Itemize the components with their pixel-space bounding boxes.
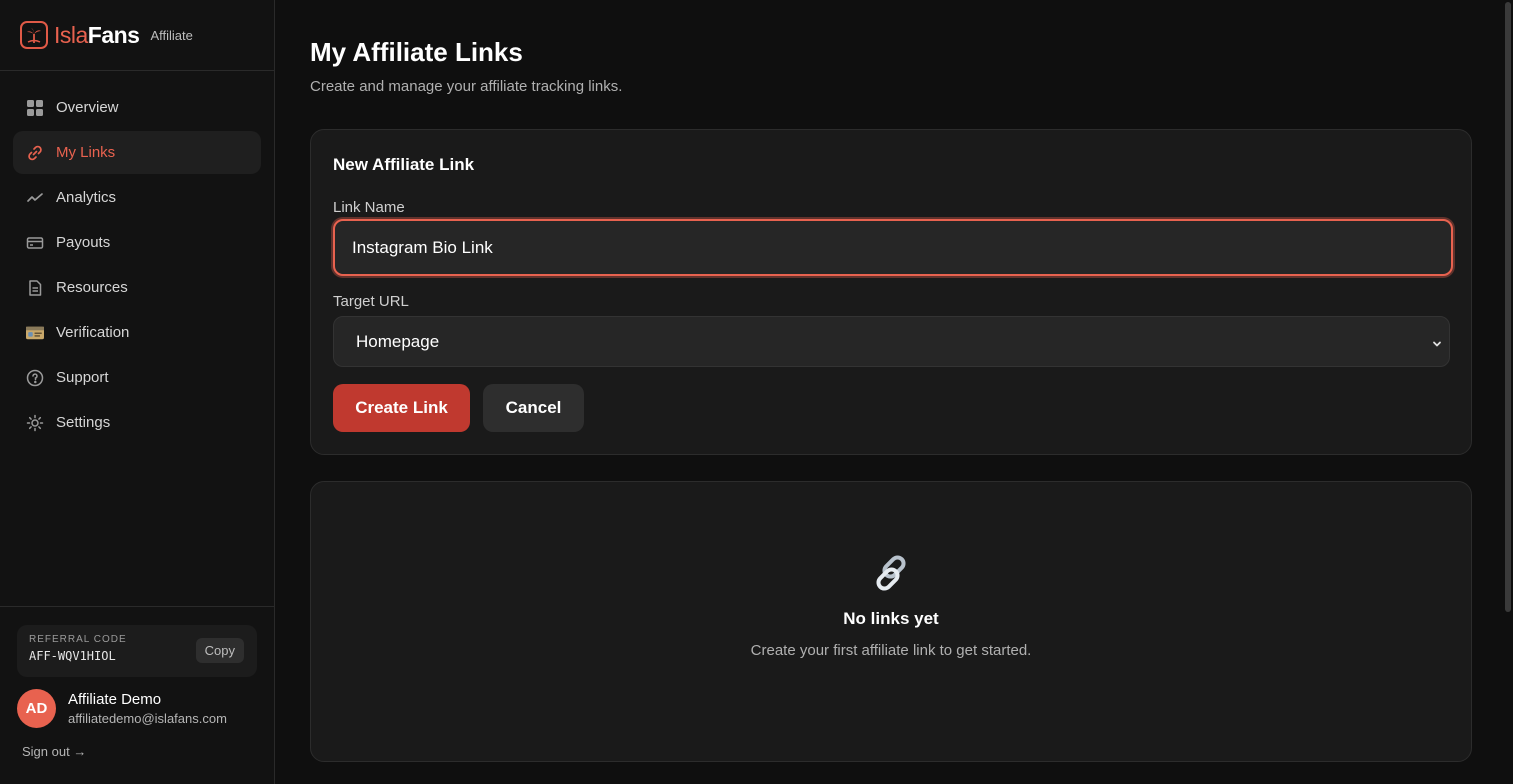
document-icon xyxy=(26,279,44,297)
sidebar-item-label: Verification xyxy=(56,324,130,341)
link-name-input[interactable] xyxy=(333,219,1453,276)
sidebar-item-settings[interactable]: Settings xyxy=(13,401,261,444)
page-subtitle: Create and manage your affiliate trackin… xyxy=(310,78,623,95)
brand[interactable]: IslaFans Affiliate xyxy=(0,0,274,71)
user-profile[interactable]: AD Affiliate Demo affiliatedemo@islafans… xyxy=(17,689,257,728)
sidebar-footer: REFERRAL CODE AFF-WQV1HIOL Copy AD Affil… xyxy=(0,606,274,784)
sidebar-item-resources[interactable]: Resources xyxy=(13,266,261,309)
id-card-icon xyxy=(26,324,44,342)
links-empty-state: No links yet Create your first affiliate… xyxy=(310,481,1472,762)
form-actions: Create Link Cancel xyxy=(333,384,1449,432)
sidebar: IslaFans Affiliate Overview My Links Ana… xyxy=(0,0,275,784)
scrollbar-thumb[interactable] xyxy=(1505,2,1511,612)
create-link-button[interactable]: Create Link xyxy=(333,384,470,432)
card-icon xyxy=(26,234,44,252)
empty-title: No links yet xyxy=(843,609,939,628)
sidebar-item-my-links[interactable]: My Links xyxy=(13,131,261,174)
sidebar-item-label: My Links xyxy=(56,144,116,161)
page-scrollbar[interactable] xyxy=(1503,0,1513,784)
avatar: AD xyxy=(17,689,56,728)
brand-name: IslaFans xyxy=(54,21,140,48)
sidebar-item-label: Payouts xyxy=(56,234,111,251)
sidebar-item-label: Overview xyxy=(56,99,119,116)
sidebar-nav: Overview My Links Analytics Payouts Reso… xyxy=(0,71,274,444)
user-email: affiliatedemo@islafans.com xyxy=(68,711,227,726)
main-content: My Affiliate Links Create and manage you… xyxy=(310,0,1472,762)
brand-tag: Affiliate xyxy=(150,27,193,43)
target-url-selected: Homepage xyxy=(356,331,440,351)
sidebar-item-label: Settings xyxy=(56,414,111,431)
referral-code-box: REFERRAL CODE AFF-WQV1HIOL Copy xyxy=(17,625,257,677)
link-icon xyxy=(26,144,44,162)
sidebar-item-payouts[interactable]: Payouts xyxy=(13,221,261,264)
page-title: My Affiliate Links xyxy=(310,37,523,67)
grid-icon xyxy=(26,99,44,117)
sidebar-item-analytics[interactable]: Analytics xyxy=(13,176,261,219)
user-name: Affiliate Demo xyxy=(68,691,162,708)
sidebar-item-label: Resources xyxy=(56,279,128,296)
sign-out-link[interactable]: Sign out → xyxy=(22,744,257,759)
target-url-select[interactable]: Homepage xyxy=(333,316,1450,367)
trend-icon xyxy=(26,189,44,207)
empty-subtitle: Create your first affiliate link to get … xyxy=(750,642,1032,659)
target-url-label: Target URL xyxy=(333,293,409,310)
form-title: New Affiliate Link xyxy=(333,155,475,174)
link-name-label: Link Name xyxy=(333,199,405,216)
sidebar-item-label: Support xyxy=(56,369,109,386)
new-link-form: New Affiliate Link Link Name Target URL … xyxy=(310,129,1472,455)
palm-logo-icon xyxy=(20,21,48,49)
copy-referral-button[interactable]: Copy xyxy=(195,638,244,663)
cancel-button[interactable]: Cancel xyxy=(483,384,584,432)
sidebar-item-overview[interactable]: Overview xyxy=(13,86,261,129)
sidebar-item-support[interactable]: Support xyxy=(13,356,261,399)
sidebar-item-label: Analytics xyxy=(56,189,117,206)
help-icon xyxy=(26,369,44,387)
gear-icon xyxy=(26,414,44,432)
chevron-down-icon xyxy=(1431,335,1443,355)
sidebar-item-verification[interactable]: Verification xyxy=(13,311,261,354)
chain-link-icon xyxy=(311,552,1471,594)
